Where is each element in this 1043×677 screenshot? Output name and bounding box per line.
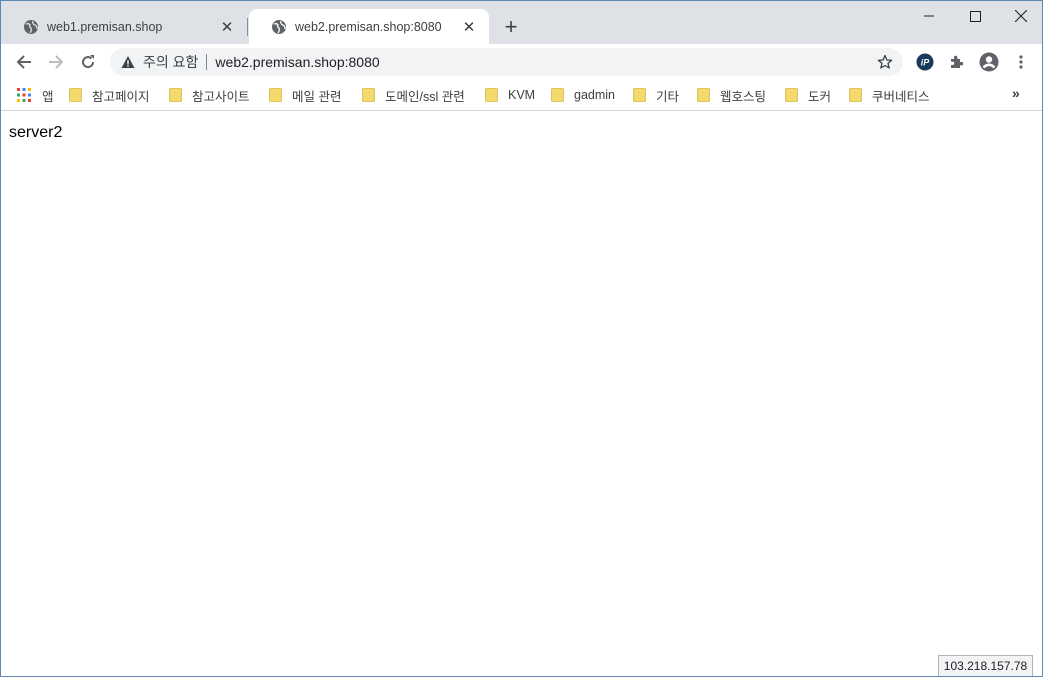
status-bubble: 103.218.157.78 xyxy=(938,655,1033,676)
kebab-menu-icon xyxy=(1019,55,1023,69)
minimize-button[interactable] xyxy=(906,1,952,31)
account-icon xyxy=(979,52,999,72)
maximize-icon xyxy=(969,10,981,22)
tab-title: web2.premisan.shop:8080 xyxy=(295,19,442,34)
forward-button[interactable] xyxy=(42,48,70,76)
bookmark-label: KVM xyxy=(508,88,536,102)
arrow-right-icon xyxy=(49,55,64,69)
bookmark-folder[interactable]: gadmin xyxy=(551,85,615,105)
warning-icon[interactable] xyxy=(121,55,135,69)
folder-icon xyxy=(69,88,82,102)
address-bar[interactable]: 주의 요함 web2.premisan.shop:8080 xyxy=(110,48,903,76)
bookmark-label: 메일 관련 xyxy=(292,89,342,104)
page-body-text: server2 xyxy=(9,124,63,141)
bookmark-label: gadmin xyxy=(574,88,615,102)
folder-icon xyxy=(169,88,182,102)
bookmark-label: 도커 xyxy=(808,89,832,104)
window-close-button[interactable] xyxy=(998,1,1042,31)
bookmark-label: 앱 xyxy=(42,89,54,104)
puzzle-icon xyxy=(951,55,964,68)
bookmark-folder[interactable]: 참고사이트 xyxy=(169,85,250,105)
tab-separator xyxy=(247,18,248,36)
bookmark-label: 쿠버네티스 xyxy=(872,89,930,104)
folder-icon xyxy=(269,88,282,102)
bookmark-folder[interactable]: 기타 xyxy=(633,85,679,105)
bookmark-label: 참고사이트 xyxy=(192,89,250,104)
divider xyxy=(206,54,208,70)
ip-badge-icon: iP xyxy=(916,53,934,71)
star-icon[interactable] xyxy=(877,54,893,70)
bookmark-folder[interactable]: KVM xyxy=(485,85,535,105)
ip-extension-icon[interactable]: iP xyxy=(915,52,935,72)
tab-web1[interactable]: web1.premisan.shop ✕ xyxy=(1,9,247,44)
close-icon xyxy=(1015,10,1027,22)
tab-strip: web1.premisan.shop ✕ web2.premisan.shop:… xyxy=(1,1,1042,44)
profile-button[interactable] xyxy=(979,52,999,72)
apps-grid-icon xyxy=(17,88,31,102)
back-button[interactable] xyxy=(10,48,38,76)
bookmark-folder[interactable]: 웹호스팅 xyxy=(697,85,766,105)
bookmark-label: 기타 xyxy=(656,89,680,104)
bookmark-label: 웹호스팅 xyxy=(720,89,767,104)
toolbar: 주의 요함 web2.premisan.shop:8080 iP xyxy=(1,44,1042,80)
folder-icon xyxy=(785,88,798,102)
bookmark-folder[interactable]: 도커 xyxy=(785,85,831,105)
page-content: server2 xyxy=(1,112,1042,676)
folder-icon xyxy=(485,88,498,102)
tab-title: web1.premisan.shop xyxy=(47,19,163,34)
bookmark-folder[interactable]: 메일 관련 xyxy=(269,85,341,105)
globe-icon xyxy=(272,19,286,34)
globe-icon xyxy=(24,19,38,34)
tab-web2[interactable]: web2.premisan.shop:8080 ✕ xyxy=(249,9,489,44)
folder-icon xyxy=(362,88,375,102)
new-tab-button[interactable]: + xyxy=(499,15,523,39)
extensions-button[interactable] xyxy=(947,52,967,72)
reload-button[interactable] xyxy=(74,48,102,76)
bookmark-folder[interactable]: 참고페이지 xyxy=(69,85,150,105)
folder-icon xyxy=(633,88,646,102)
bookmark-label: 참고페이지 xyxy=(92,89,150,104)
bookmarks-overflow-icon[interactable]: » xyxy=(1012,85,1020,101)
bookmark-folder[interactable]: 쿠버네티스 xyxy=(849,85,930,105)
menu-button[interactable] xyxy=(1011,52,1031,72)
arrow-left-icon xyxy=(16,55,31,69)
bookmark-label: 도메인/ssl 관련 xyxy=(385,89,465,104)
bookmarks-bar: 앱 참고페이지 참고사이트 메일 관련 도메인/ssl 관련 KVM gadmi… xyxy=(1,80,1042,111)
bookmark-apps[interactable]: 앱 xyxy=(17,85,54,105)
browser-window: web1.premisan.shop ✕ web2.premisan.shop:… xyxy=(0,0,1043,677)
tab-close-icon[interactable]: ✕ xyxy=(461,19,477,36)
folder-icon xyxy=(697,88,710,102)
security-label[interactable]: 주의 요함 xyxy=(143,52,198,72)
minimize-icon xyxy=(924,15,934,17)
url-text[interactable]: web2.premisan.shop:8080 xyxy=(215,54,379,70)
folder-icon xyxy=(551,88,564,102)
maximize-button[interactable] xyxy=(952,1,998,31)
svg-text:iP: iP xyxy=(921,58,931,68)
reload-icon xyxy=(82,55,95,69)
bookmark-folder[interactable]: 도메인/ssl 관련 xyxy=(362,85,465,105)
tab-close-icon[interactable]: ✕ xyxy=(219,19,235,36)
folder-icon xyxy=(849,88,862,102)
